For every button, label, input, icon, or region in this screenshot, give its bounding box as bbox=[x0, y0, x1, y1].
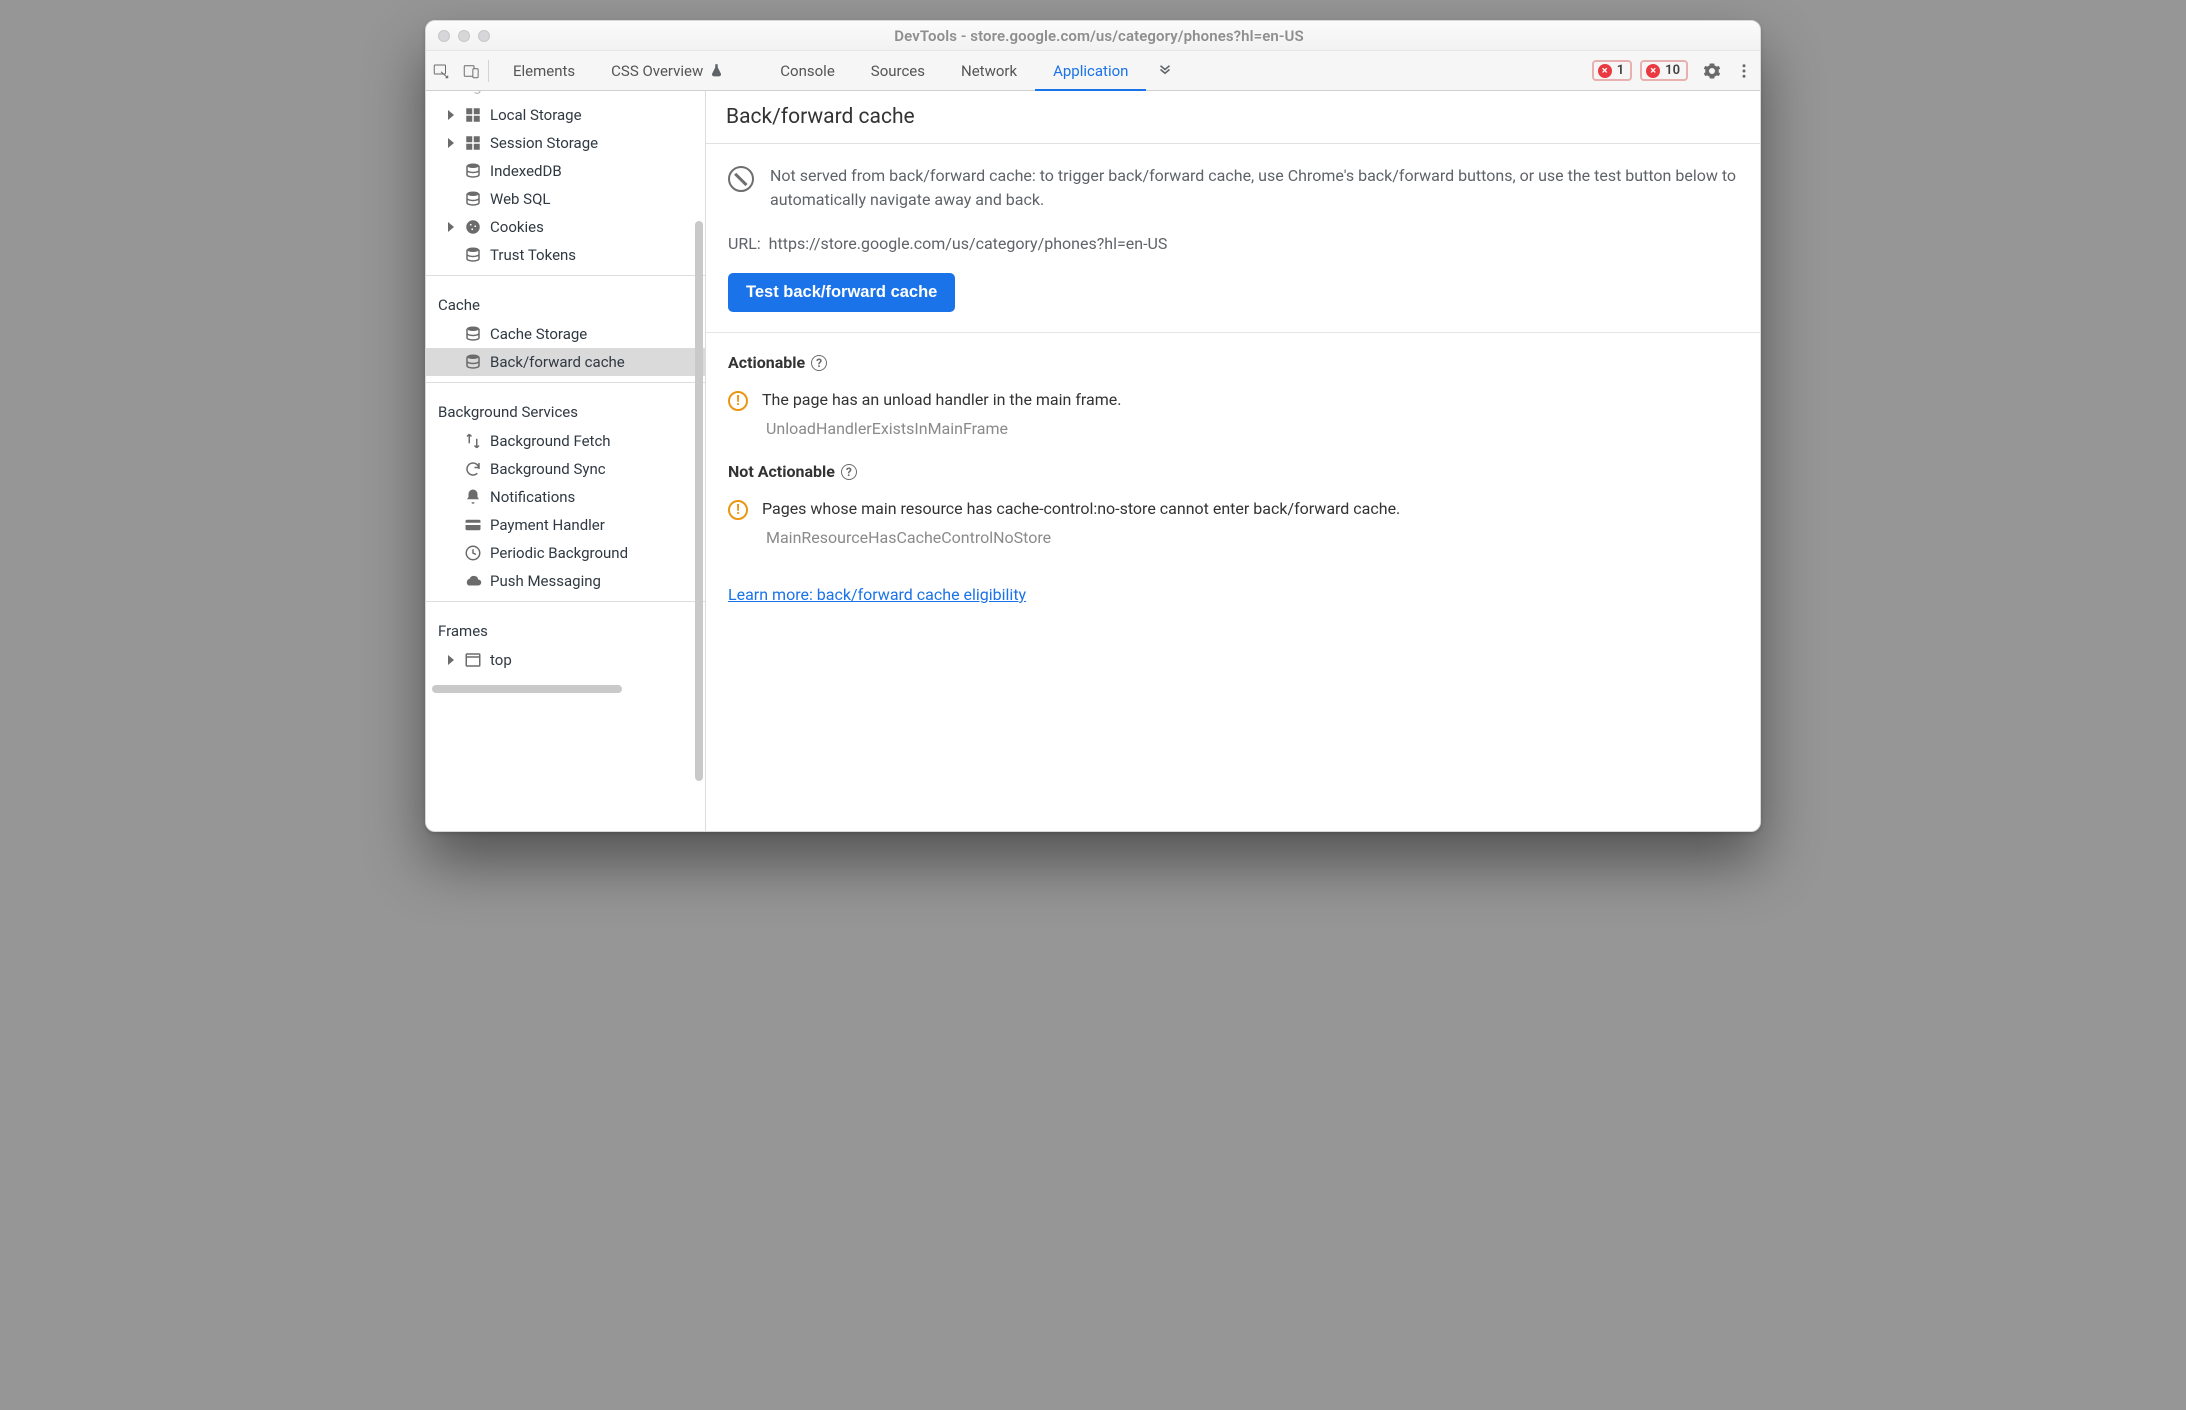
tab-network[interactable]: Network bbox=[943, 51, 1035, 91]
window-titlebar: DevTools - store.google.com/us/category/… bbox=[426, 21, 1760, 51]
sidebar-horizontal-scrollbar[interactable] bbox=[426, 684, 705, 698]
grid-icon bbox=[464, 134, 482, 152]
window-icon bbox=[464, 651, 482, 669]
transfer-icon bbox=[464, 432, 482, 450]
inspect-element-icon[interactable] bbox=[426, 51, 456, 91]
cookie-icon bbox=[464, 218, 482, 236]
error-badge[interactable]: × 1 bbox=[1592, 60, 1632, 81]
content-pane: Back/forward cache Not served from back/… bbox=[706, 91, 1760, 831]
sync-icon bbox=[464, 460, 482, 478]
devtools-window: DevTools - store.google.com/us/category/… bbox=[425, 20, 1761, 832]
warning-icon: ! bbox=[728, 391, 748, 411]
database-icon bbox=[464, 325, 482, 343]
actionable-issue-code: UnloadHandlerExistsInMainFrame bbox=[766, 419, 1738, 438]
divider bbox=[426, 601, 705, 602]
expand-icon bbox=[448, 138, 454, 148]
sidebar-item-frame-top[interactable]: top bbox=[426, 646, 705, 674]
bell-icon bbox=[464, 488, 482, 506]
not-served-text: Not served from back/forward cache: to t… bbox=[770, 164, 1738, 212]
tab-console[interactable]: Console bbox=[762, 51, 853, 91]
card-icon bbox=[464, 516, 482, 534]
warning-icon: ! bbox=[728, 500, 748, 520]
grid-icon bbox=[464, 106, 482, 124]
database-icon bbox=[464, 190, 482, 208]
cloud-icon bbox=[464, 572, 482, 590]
database-icon bbox=[464, 353, 482, 371]
tab-css-overview[interactable]: CSS Overview bbox=[593, 51, 742, 91]
sidebar-vertical-scrollbar[interactable] bbox=[695, 221, 703, 781]
issues-panel: Actionable ? ! The page has an unload ha… bbox=[706, 333, 1760, 624]
sidebar-item-trust-tokens[interactable]: Trust Tokens bbox=[426, 241, 705, 269]
not-actionable-issue: ! Pages whose main resource has cache-co… bbox=[728, 499, 1738, 520]
sidebar-item-cookies[interactable]: Cookies bbox=[426, 213, 705, 241]
database-icon bbox=[464, 246, 482, 264]
experiment-icon bbox=[709, 63, 724, 78]
issue-badge[interactable]: × 10 bbox=[1640, 60, 1688, 81]
expand-icon bbox=[448, 110, 454, 120]
sidebar-item-push-messaging[interactable]: Push Messaging bbox=[426, 567, 705, 595]
sidebar-item-web-sql[interactable]: Web SQL bbox=[426, 185, 705, 213]
sidebar-group-frames: Frames bbox=[426, 608, 705, 646]
divider bbox=[426, 275, 705, 276]
not-served-row: Not served from back/forward cache: to t… bbox=[728, 164, 1738, 212]
actionable-issue: ! The page has an unload handler in the … bbox=[728, 390, 1738, 411]
error-icon: × bbox=[1646, 64, 1660, 78]
sidebar-group-background-services: Background Services bbox=[426, 389, 705, 427]
clock-icon bbox=[464, 544, 482, 562]
window-close-icon[interactable] bbox=[438, 30, 450, 42]
traffic-lights bbox=[438, 30, 490, 42]
sidebar-item-cache-storage[interactable]: Cache Storage bbox=[426, 320, 705, 348]
sidebar-item-bf-cache[interactable]: Back/forward cache bbox=[426, 348, 705, 376]
sidebar-group-storage: Storage bbox=[426, 91, 705, 101]
sidebar-item-notifications[interactable]: Notifications bbox=[426, 483, 705, 511]
window-title: DevTools - store.google.com/us/category/… bbox=[510, 27, 1688, 45]
not-actionable-issue-text: Pages whose main resource has cache-cont… bbox=[762, 499, 1400, 518]
expand-icon bbox=[448, 222, 454, 232]
tab-sources[interactable]: Sources bbox=[853, 51, 943, 91]
window-zoom-icon[interactable] bbox=[478, 30, 490, 42]
window-minimize-icon[interactable] bbox=[458, 30, 470, 42]
test-bfcache-button[interactable]: Test back/forward cache bbox=[728, 273, 955, 312]
sidebar-item-background-sync[interactable]: Background Sync bbox=[426, 455, 705, 483]
not-actionable-section-heading: Not Actionable ? bbox=[728, 462, 1738, 481]
learn-more-link[interactable]: Learn more: back/forward cache eligibili… bbox=[728, 585, 1026, 604]
sidebar-item-payment-handler[interactable]: Payment Handler bbox=[426, 511, 705, 539]
help-icon[interactable]: ? bbox=[841, 464, 857, 480]
url-label: URL: bbox=[728, 234, 761, 253]
sidebar-item-periodic-background[interactable]: Periodic Background bbox=[426, 539, 705, 567]
not-actionable-issue-code: MainResourceHasCacheControlNoStore bbox=[766, 528, 1738, 547]
actionable-section-heading: Actionable ? bbox=[728, 353, 1738, 372]
settings-icon[interactable] bbox=[1696, 51, 1728, 91]
application-sidebar[interactable]: Storage Local Storage Session Storage In… bbox=[426, 91, 706, 831]
sidebar-item-session-storage[interactable]: Session Storage bbox=[426, 129, 705, 157]
divider bbox=[426, 382, 705, 383]
sidebar-item-background-fetch[interactable]: Background Fetch bbox=[426, 427, 705, 455]
page-title: Back/forward cache bbox=[706, 91, 1760, 144]
more-icon[interactable] bbox=[1728, 51, 1760, 91]
help-icon[interactable]: ? bbox=[811, 355, 827, 371]
main-body: Storage Local Storage Session Storage In… bbox=[426, 91, 1760, 831]
sidebar-item-local-storage[interactable]: Local Storage bbox=[426, 101, 705, 129]
device-toolbar-icon[interactable] bbox=[456, 51, 486, 91]
tab-application[interactable]: Application bbox=[1035, 51, 1146, 91]
prohibited-icon bbox=[728, 166, 754, 192]
actionable-issue-text: The page has an unload handler in the ma… bbox=[762, 390, 1121, 409]
url-row: URL: https://store.google.com/us/categor… bbox=[728, 234, 1738, 253]
error-icon: × bbox=[1598, 64, 1612, 78]
url-value: https://store.google.com/us/category/pho… bbox=[769, 234, 1168, 253]
tab-elements[interactable]: Elements bbox=[495, 51, 593, 91]
bfcache-status-panel: Not served from back/forward cache: to t… bbox=[706, 144, 1760, 333]
database-icon bbox=[464, 162, 482, 180]
sidebar-item-indexeddb[interactable]: IndexedDB bbox=[426, 157, 705, 185]
sidebar-group-cache: Cache bbox=[426, 282, 705, 320]
devtools-toolbar: Elements CSS Overview Console Sources Ne… bbox=[426, 51, 1760, 91]
toolbar-separator bbox=[488, 60, 489, 82]
tab-strip: Elements CSS Overview Console Sources Ne… bbox=[495, 51, 1184, 91]
tabs-overflow-icon[interactable] bbox=[1146, 51, 1184, 91]
expand-icon bbox=[448, 655, 454, 665]
